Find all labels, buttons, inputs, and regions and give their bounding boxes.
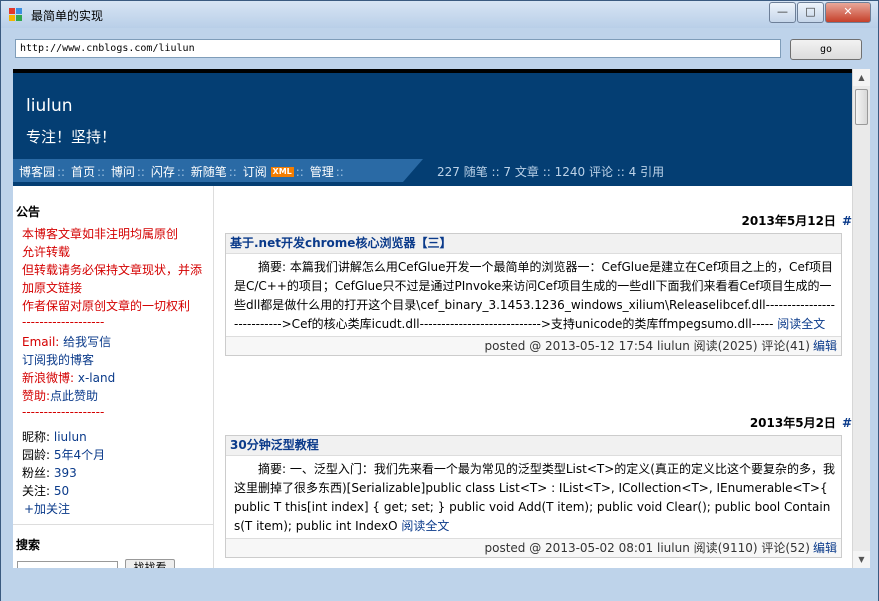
notice-divider: -------------------: [22, 315, 105, 329]
post-summary: 摘要: 一、泛型入门：我们先来看一个最为常见的泛型类型List<T>的定义(真正…: [226, 456, 841, 538]
minimize-button[interactable]: —: [769, 2, 796, 23]
blog-title[interactable]: liulun: [26, 96, 73, 116]
app-icon: [9, 8, 23, 22]
profile-label: 昵称:: [22, 430, 51, 444]
weibo-row: 新浪微博: x-land: [22, 369, 115, 386]
nav-link-subscribe[interactable]: 订阅: [243, 165, 267, 179]
post-card: 基于.net开发chrome核心浏览器【三】 摘要: 本篇我们讲解怎么用CefG…: [225, 233, 842, 356]
profile-row: 关注: 50: [22, 482, 69, 499]
post-date-header: 2013年5月2日 #: [750, 414, 852, 431]
permalink-hash[interactable]: #: [842, 416, 852, 430]
url-input[interactable]: http://www.cnblogs.com/liulun: [15, 39, 781, 58]
notice-line: 但转载请务必保持文章现状，并添: [22, 263, 203, 277]
address-toolbar: http://www.cnblogs.com/liulun go: [1, 28, 878, 67]
permalink-hash[interactable]: #: [842, 214, 852, 228]
scroll-up-icon[interactable]: ▲: [853, 69, 870, 86]
read-more-link[interactable]: 阅读全文: [777, 317, 825, 331]
weibo-label: 新浪微博:: [22, 371, 75, 385]
nav-link-flash[interactable]: 闪存: [151, 165, 175, 179]
nav-tab-strip: 博客园:: 首页:: 博问:: 闪存:: 新随笔:: 订阅 XML:: 管理::: [13, 159, 423, 182]
search-button[interactable]: 找找看: [125, 559, 175, 568]
notice-line: 加原文链接: [22, 281, 83, 295]
search-heading: 搜索: [16, 538, 41, 552]
status-bar: [1, 568, 878, 601]
profile-value[interactable]: 5年4个月: [54, 448, 105, 462]
section-divider: [13, 524, 213, 525]
edit-link[interactable]: 编辑: [813, 339, 837, 353]
donate-row: 赞助:点此赞助: [22, 387, 98, 404]
post-card: 30分钟泛型教程 摘要: 一、泛型入门：我们先来看一个最为常见的泛型类型List…: [225, 435, 842, 558]
post-title[interactable]: 基于.net开发chrome核心浏览器【三】: [226, 234, 841, 254]
post-summary-text: 摘要: 一、泛型入门：我们先来看一个最为常见的泛型类型List<T>的定义(真正…: [234, 462, 835, 533]
post-footer: posted @ 2013-05-02 08:01 liulun 阅读(9110…: [226, 538, 841, 557]
blog-stats: 227 随笔 :: 7 文章 :: 1240 评论 :: 4 引用: [437, 165, 665, 179]
window-title: 最简单的实现: [31, 9, 104, 23]
scroll-thumb[interactable]: [855, 89, 868, 125]
sidebar: 公告 本博客文章如非注明均属原创 允许转载 但转载请务必保持文章现状，并添 加原…: [13, 186, 214, 568]
nav-link-admin[interactable]: 管理: [310, 165, 334, 179]
email-row: Email: 给我写信: [22, 333, 111, 350]
close-button[interactable]: ✕: [825, 2, 871, 23]
post-meta: posted @ 2013-05-12 17:54 liulun 阅读(2025…: [484, 339, 810, 353]
profile-row: 昵称: liulun: [22, 428, 87, 445]
maximize-button[interactable]: □: [797, 2, 824, 23]
profile-value[interactable]: liulun: [54, 430, 87, 444]
web-view: liulun 专注！坚持！ 博客园:: 首页:: 博问:: 闪存:: 新随笔::…: [13, 69, 852, 568]
post-summary: 摘要: 本篇我们讲解怎么用CefGlue开发一个最简单的浏览器一：CefGlue…: [226, 254, 841, 336]
nav-bar: 博客园:: 首页:: 博问:: 闪存:: 新随笔:: 订阅 XML:: 管理::…: [13, 159, 852, 182]
post-list: 2013年5月12日 # 基于.net开发chrome核心浏览器【三】 摘要: 本…: [225, 186, 852, 568]
subscribe-link[interactable]: 订阅我的博客: [22, 351, 94, 368]
nav-link-cnblogs[interactable]: 博客园: [19, 165, 55, 179]
post-footer: posted @ 2013-05-12 17:54 liulun 阅读(2025…: [226, 336, 841, 355]
profile-label: 关注:: [22, 484, 51, 498]
search-input[interactable]: [17, 561, 118, 568]
donate-link[interactable]: 点此赞助: [50, 389, 98, 403]
go-button[interactable]: go: [790, 39, 862, 60]
notice-line: 作者保留对原创文章的一切权利: [22, 299, 191, 313]
post-summary-text: 摘要: 本篇我们讲解怎么用CefGlue开发一个最简单的浏览器一：CefGlue…: [234, 260, 835, 331]
notice-heading: 公告: [16, 205, 41, 219]
xml-badge-icon[interactable]: XML: [270, 167, 294, 177]
nav-link-home[interactable]: 首页: [71, 165, 95, 179]
donate-label: 赞助:: [22, 389, 51, 403]
profile-value[interactable]: 393: [54, 466, 77, 480]
weibo-link[interactable]: x-land: [78, 371, 115, 385]
nav-link-new-post[interactable]: 新随笔: [191, 165, 227, 179]
profile-row: 园龄: 5年4个月: [22, 446, 105, 463]
post-title[interactable]: 30分钟泛型教程: [226, 436, 841, 456]
edit-link[interactable]: 编辑: [813, 541, 837, 555]
nav-link-ask[interactable]: 博问: [111, 165, 135, 179]
read-more-link[interactable]: 阅读全文: [401, 519, 449, 533]
profile-label: 园龄:: [22, 448, 51, 462]
post-date-header: 2013年5月12日 #: [741, 212, 852, 229]
scroll-down-icon[interactable]: ▼: [853, 551, 870, 568]
app-window: 最简单的实现 — □ ✕ http://www.cnblogs.com/liul…: [0, 0, 879, 601]
vertical-scrollbar[interactable]: ▲ ▼: [852, 69, 870, 568]
profile-label: 粉丝:: [22, 466, 51, 480]
title-bar[interactable]: 最简单的实现 — □ ✕: [1, 1, 878, 28]
email-label: Email:: [22, 335, 60, 349]
email-link[interactable]: 给我写信: [63, 335, 111, 349]
profile-row: 粉丝: 393: [22, 464, 77, 481]
profile-value[interactable]: 50: [54, 484, 69, 498]
follow-button[interactable]: +加关注: [24, 500, 70, 517]
post-date: 2013年5月2日: [749, 416, 836, 430]
blog-header: liulun 专注！坚持！ 博客园:: 首页:: 博问:: 闪存:: 新随笔::…: [13, 69, 852, 186]
notice-line: 允许转载: [22, 245, 71, 259]
notice-line: 本博客文章如非注明均属原创: [22, 227, 179, 241]
blog-subtitle: 专注！坚持！: [26, 128, 117, 146]
post-date: 2013年5月12日: [741, 214, 836, 228]
post-meta: posted @ 2013-05-02 08:01 liulun 阅读(9110…: [484, 541, 810, 555]
notice-divider: -------------------: [22, 405, 105, 419]
